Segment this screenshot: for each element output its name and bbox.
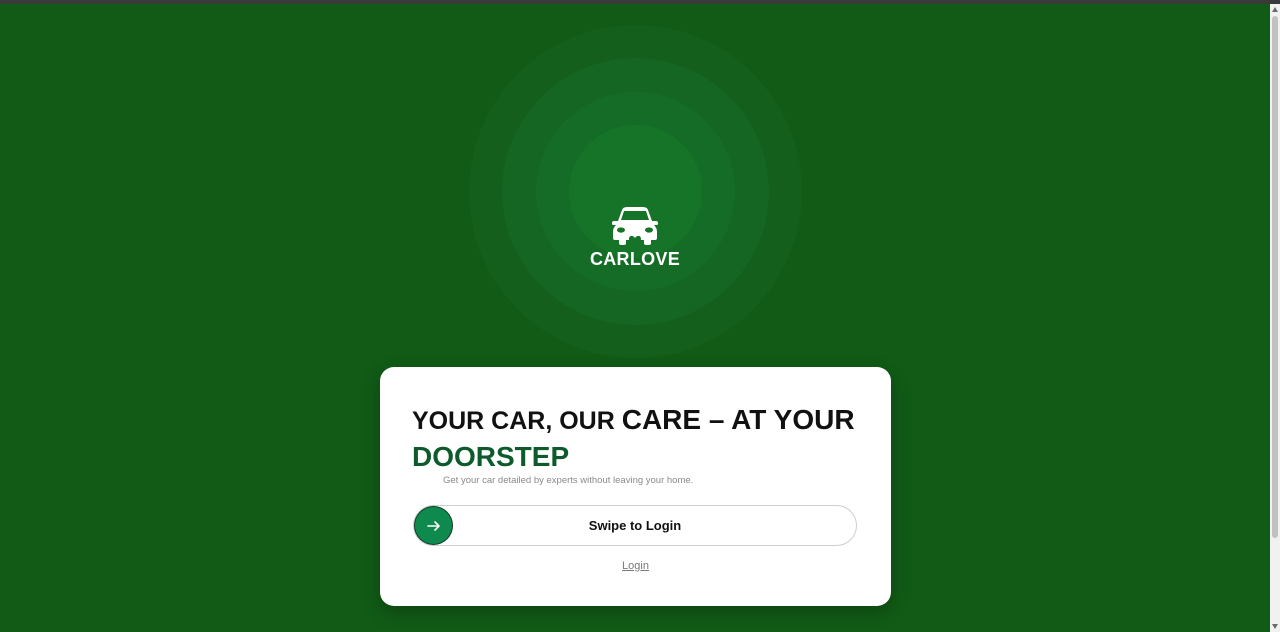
scrollbar-thumb[interactable] bbox=[1272, 16, 1278, 538]
car-heart-icon bbox=[612, 207, 658, 246]
scroll-down-arrow-icon[interactable] bbox=[1272, 624, 1278, 629]
login-link[interactable]: Login bbox=[380, 560, 891, 572]
login-card: YOUR CAR, OUR CARE – AT YOUR DOORSTEP Get… bbox=[380, 367, 891, 606]
swipe-label: Swipe to Login bbox=[588, 518, 682, 533]
brand-logo: CARLOVE bbox=[585, 205, 685, 270]
swipe-to-login-slider[interactable]: Swipe to Login bbox=[413, 505, 857, 546]
brand-name: CARLOVE bbox=[589, 249, 681, 269]
headline-part-1: YOUR CAR, OUR bbox=[412, 407, 622, 435]
headline-highlight: DOORSTEP bbox=[412, 441, 570, 472]
page-scrollbar[interactable] bbox=[1270, 4, 1280, 632]
subtitle: Get your car detailed by experts without… bbox=[443, 475, 694, 486]
browser-top-bar bbox=[0, 0, 1280, 4]
scroll-up-arrow-icon[interactable] bbox=[1272, 7, 1278, 12]
headline-part-2: CARE – AT YOUR bbox=[621, 404, 855, 435]
headline: YOUR CAR, OUR CARE – AT YOUR DOORSTEP bbox=[412, 401, 872, 474]
